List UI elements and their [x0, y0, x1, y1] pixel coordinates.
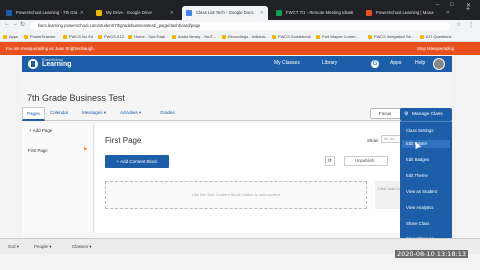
refresh-icon[interactable]: ⟳: [325, 156, 335, 166]
tab-calendar[interactable]: Calendar: [50, 110, 68, 115]
masquerade-banner: You are masquerading as Juan Brightenbau…: [0, 42, 480, 55]
close-tab-icon[interactable]: ✕: [80, 6, 84, 20]
browser-tab[interactable]: FWCT 7/1 - Remote Meeting Ideas ✕: [272, 6, 358, 20]
maximize-icon[interactable]: □: [450, 2, 454, 8]
bookmark-item[interactable]: IUT Questions: [420, 33, 452, 41]
unpublish-button[interactable]: Unpublish: [344, 156, 388, 166]
tab-title: Class List Tech - Google Docs: [196, 10, 254, 15]
pages-sidebar: + Add Page First Page ⚑: [22, 123, 94, 233]
add-page-button[interactable]: + Add Page: [29, 128, 52, 133]
manage-class-button[interactable]: ⚙ Manage Class: [400, 108, 452, 121]
bookmarks-bar: Apps PowerTeacher FWCS Inc Ed FWCS.K12 H…: [0, 32, 480, 42]
menu-item-edit-badges[interactable]: Edit Badges: [406, 157, 429, 162]
footer-classes[interactable]: Classes ▾: [72, 244, 92, 250]
tab-title: My Drive - Google Drive: [106, 10, 152, 15]
browser-tab-strip: PowerSchool Learning - 7th Gra ✕ My Driv…: [0, 0, 480, 20]
url-field[interactable]: fwcs.learning.powerschool.com/student/7t…: [30, 22, 450, 30]
tab-favicon-icon: [366, 10, 372, 16]
menu-item-class-settings[interactable]: Class Settings: [406, 128, 433, 133]
menu-item-edit-theme[interactable]: Edit Theme: [406, 173, 428, 178]
app-header: PowerSchool Learning My Classes Library …: [22, 56, 452, 72]
star-icon[interactable]: ☆: [456, 21, 461, 28]
close-tab-icon[interactable]: ✕: [260, 6, 264, 20]
show-label: Show:: [367, 138, 379, 143]
focus-label: Focus: [379, 111, 392, 116]
bookmark-item[interactable]: Apps: [3, 33, 18, 41]
footer-grd[interactable]: Grd ▾: [8, 244, 19, 250]
recording-timestamp: 2020-08-10 13:18:13: [395, 250, 469, 258]
tab-favicon-icon: [276, 10, 282, 16]
menu-item-share-class[interactable]: Share Class: [406, 221, 429, 226]
tab-favicon-icon: [186, 10, 192, 16]
avatar[interactable]: [433, 58, 445, 70]
masquerade-text: You are masquerading as Juan Brightenbau…: [5, 46, 95, 51]
manage-class-label: Manage Class: [412, 112, 443, 117]
course-title: 7th Grade Business Test: [27, 93, 125, 103]
page-title: First Page: [105, 136, 142, 145]
tab-favicon-icon: [96, 10, 102, 16]
powerschool-logo-icon[interactable]: [28, 59, 38, 69]
close-tab-icon[interactable]: ✕: [170, 6, 174, 20]
bookmark-item[interactable]: FWCS Gradebook: [272, 33, 311, 41]
nav-help[interactable]: Help: [415, 60, 425, 66]
bookmark-item[interactable]: Recordings - Indiana...: [222, 33, 268, 41]
reload-icon[interactable]: ↻: [20, 21, 25, 28]
close-window-icon[interactable]: ✕: [466, 2, 471, 9]
menu-item-view-analytics[interactable]: View Analytics: [406, 205, 433, 210]
tab-title: FWCT 7/1 - Remote Meeting Ideas: [286, 10, 353, 15]
menu-item-view-as-student[interactable]: View as Student: [406, 189, 437, 194]
browser-tab[interactable]: My Drive - Google Drive ✕: [92, 6, 178, 20]
minimize-icon[interactable]: –: [436, 2, 439, 8]
browser-tab[interactable]: PowerSchool Learning | Mana ✕: [362, 6, 454, 20]
nav-my-classes[interactable]: My Classes: [274, 60, 300, 66]
empty-content-placeholder: Use the 'Add Content Block' button to ad…: [105, 181, 367, 209]
nav-library[interactable]: Library: [322, 60, 337, 66]
tab-title: PowerSchool Learning | Mana: [376, 10, 434, 15]
sidebar-item-first-page[interactable]: First Page: [28, 148, 48, 153]
tab-title: PowerSchool Learning - 7th Gra: [16, 10, 78, 15]
bookmark-item[interactable]: FWCS Integrated Se...: [368, 33, 414, 41]
menu-icon[interactable]: ⋮: [468, 21, 474, 28]
bookmark-item[interactable]: PowerTeacher: [24, 33, 56, 41]
bookmark-item[interactable]: FWCS.K12: [98, 33, 124, 41]
tab-pages[interactable]: Pages: [22, 107, 45, 121]
lock-icon: ⚑: [83, 147, 88, 153]
course-tabs: Pages Calendar Messages ▾ Activities ▾ G…: [22, 107, 452, 121]
back-icon[interactable]: ←: [4, 21, 10, 27]
close-tab-icon[interactable]: ✕: [446, 6, 450, 20]
menu-item-edit-roster[interactable]: Edit Roster: [402, 140, 450, 148]
google-icon[interactable]: G: [371, 60, 379, 68]
tab-grades[interactable]: Grades: [160, 110, 175, 115]
tab-activities[interactable]: Activities ▾: [120, 110, 141, 116]
browser-tab[interactable]: PowerSchool Learning - 7th Gra ✕: [2, 6, 88, 20]
forward-icon[interactable]: →: [12, 21, 18, 27]
add-content-block-button[interactable]: + Add Content Block: [105, 155, 169, 168]
close-tab-icon[interactable]: ✕: [350, 6, 354, 20]
tab-favicon-icon: [6, 10, 12, 16]
browser-tab-active[interactable]: Class List Tech - Google Docs ✕: [182, 6, 268, 20]
stop-masquerading-link[interactable]: Stop Masquerading: [417, 42, 454, 55]
address-bar: ← → ↻ fwcs.learning.powerschool.com/stud…: [0, 20, 480, 32]
manage-class-menu: Class Settings Edit Roster Edit Badges E…: [400, 121, 452, 241]
tab-messages[interactable]: Messages ▾: [82, 110, 106, 116]
nav-apps[interactable]: Apps: [390, 60, 401, 66]
footer-people[interactable]: People ▾: [34, 244, 52, 250]
bookmark-item[interactable]: FWCS Inc Ed: [63, 33, 93, 41]
brand-name[interactable]: Learning: [42, 61, 72, 68]
bookmark-item[interactable]: Home - SumTotal: [128, 33, 165, 41]
bookmark-item[interactable]: Audio library - YouT...: [172, 33, 216, 41]
bookmark-item[interactable]: Fort Wayne Comm...: [316, 33, 359, 41]
gear-icon: ⚙: [404, 111, 409, 117]
page-content: First Page Show: All Se... + Add Content…: [95, 123, 452, 233]
